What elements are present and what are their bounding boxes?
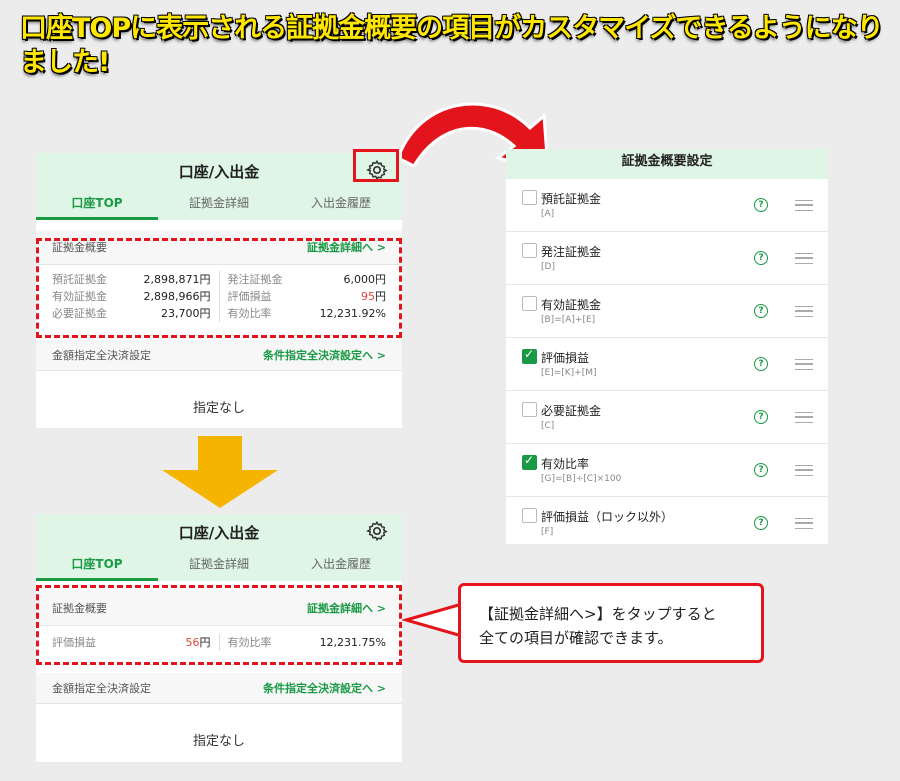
gear-highlight	[353, 149, 399, 182]
settings-item-label: 評価損益（ロック以外）	[541, 510, 674, 524]
settings-item-label: 有効証拠金	[541, 298, 602, 312]
drag-handle-icon[interactable]	[795, 306, 813, 317]
settings-item-formula: [E]=[K]+[M]	[541, 368, 597, 378]
settings-item[interactable]: 評価損益 [E]=[K]+[M]?	[506, 338, 828, 391]
settings-item-formula: [A]	[541, 209, 555, 219]
settings-item-label: 評価損益	[541, 351, 590, 365]
help-icon[interactable]: ?	[754, 357, 768, 371]
settings-item-label: 預託証拠金	[541, 192, 602, 206]
callout-text: 【証拠金詳細へ>】をタップすると 全ての項目が確認できます。	[479, 605, 717, 647]
drag-handle-icon[interactable]	[795, 359, 813, 370]
tab-bar: 口座TOP 証拠金詳細 入出金履歴	[36, 186, 402, 220]
tab-account-top[interactable]: 口座TOP	[36, 547, 158, 581]
tab-bar: 口座TOP 証拠金詳細 入出金履歴	[36, 547, 402, 581]
settings-item[interactable]: 有効証拠金 [B]=[A]+[E]?	[506, 285, 828, 338]
settings-item-label: 発注証拠金	[541, 245, 602, 259]
help-icon[interactable]: ?	[754, 463, 768, 477]
summary-highlight-before	[36, 238, 402, 338]
settings-item[interactable]: 預託証拠金 [A]?	[506, 179, 828, 232]
settings-item-formula: [B]=[A]+[E]	[541, 315, 596, 325]
drag-handle-icon[interactable]	[795, 518, 813, 529]
screen-header: 口座/入出金 口座TOP 証拠金詳細 入出金履歴	[36, 514, 402, 581]
settings-item-formula: [D]	[541, 262, 555, 272]
margin-summary-settings: 証拠金概要設定 預託証拠金 [A]? 発注証拠金 [D]? 有効証拠金 [B]=[A]+[…	[506, 149, 828, 544]
tab-margin-detail[interactable]: 証拠金詳細	[158, 547, 280, 581]
screen-header: 口座/入出金 口座TOP 証拠金詳細 入出金履歴	[36, 153, 402, 220]
settings-item-label: 有効比率	[541, 457, 590, 471]
settlement-header: 金額指定全決済設定 条件指定全決済設定へ >	[36, 340, 402, 371]
drag-handle-icon[interactable]	[795, 200, 813, 211]
checkbox[interactable]	[522, 402, 537, 417]
help-icon[interactable]: ?	[754, 251, 768, 265]
screen-title: 口座/入出金	[178, 163, 260, 181]
drag-handle-icon[interactable]	[795, 465, 813, 476]
settlement-link[interactable]: 条件指定全決済設定へ >	[263, 347, 386, 363]
help-icon[interactable]: ?	[754, 410, 768, 424]
help-icon[interactable]: ?	[754, 516, 768, 530]
help-icon[interactable]: ?	[754, 198, 768, 212]
checkbox[interactable]	[522, 243, 537, 258]
checkbox[interactable]	[522, 453, 537, 470]
settlement-none-text: 指定なし	[192, 734, 245, 749]
drag-handle-icon[interactable]	[795, 253, 813, 264]
checkbox[interactable]	[522, 296, 537, 311]
settings-item[interactable]: 評価損益（ロック以外） [F]?	[506, 497, 828, 544]
callout-pointer	[402, 602, 464, 638]
drag-handle-icon[interactable]	[795, 412, 813, 423]
tab-deposit-history[interactable]: 入出金履歴	[280, 547, 402, 581]
settlement-none-text: 指定なし	[192, 401, 245, 416]
settlement-header: 金額指定全決済設定 条件指定全決済設定へ >	[36, 673, 402, 704]
settings-item-formula: [C]	[541, 421, 555, 431]
settlement-label: 金額指定全決済設定	[52, 682, 151, 695]
checkbox[interactable]	[522, 347, 537, 364]
headline: 口座TOPに表示される証拠金概要の項目がカスタマイズできるようになりました!	[20, 13, 884, 78]
gear-icon[interactable]	[366, 520, 388, 542]
settings-item-formula: [F]	[541, 527, 554, 537]
settings-item[interactable]: 必要証拠金 [C]?	[506, 391, 828, 444]
tab-account-top[interactable]: 口座TOP	[36, 186, 158, 220]
settlement-label: 金額指定全決済設定	[52, 349, 151, 362]
tab-deposit-history[interactable]: 入出金履歴	[280, 186, 402, 220]
checkbox[interactable]	[522, 508, 537, 523]
down-arrow	[162, 436, 278, 508]
checkbox[interactable]	[522, 190, 537, 205]
settlement-link[interactable]: 条件指定全決済設定へ >	[263, 680, 386, 696]
settings-item[interactable]: 有効比率 [G]=[B]÷[C]×100?	[506, 444, 828, 497]
settings-title: 証拠金概要設定	[506, 149, 828, 179]
settings-list: 預託証拠金 [A]? 発注証拠金 [D]? 有効証拠金 [B]=[A]+[E]? 評価損益 […	[506, 179, 828, 544]
help-icon[interactable]: ?	[754, 304, 768, 318]
summary-highlight-after	[36, 585, 402, 665]
callout-box: 【証拠金詳細へ>】をタップすると 全ての項目が確認できます。	[458, 583, 764, 663]
settings-item-formula: [G]=[B]÷[C]×100	[541, 474, 622, 484]
tab-margin-detail[interactable]: 証拠金詳細	[158, 186, 280, 220]
settings-item-label: 必要証拠金	[541, 404, 602, 418]
screen-title: 口座/入出金	[178, 524, 260, 542]
settings-item[interactable]: 発注証拠金 [D]?	[506, 232, 828, 285]
